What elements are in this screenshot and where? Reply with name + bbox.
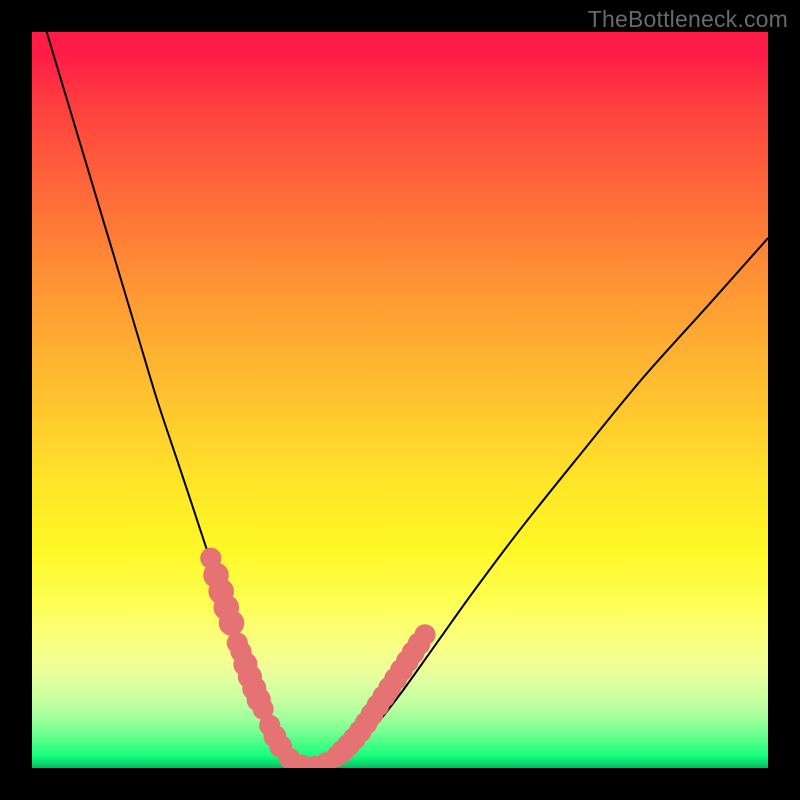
watermark-text: TheBottleneck.com [588,6,788,33]
plot-area [32,32,768,768]
curve-marker [414,624,435,645]
chart-frame: TheBottleneck.com [0,0,800,800]
marker-cluster [200,548,435,768]
curve-marker [219,610,245,636]
curve-svg [32,32,768,768]
